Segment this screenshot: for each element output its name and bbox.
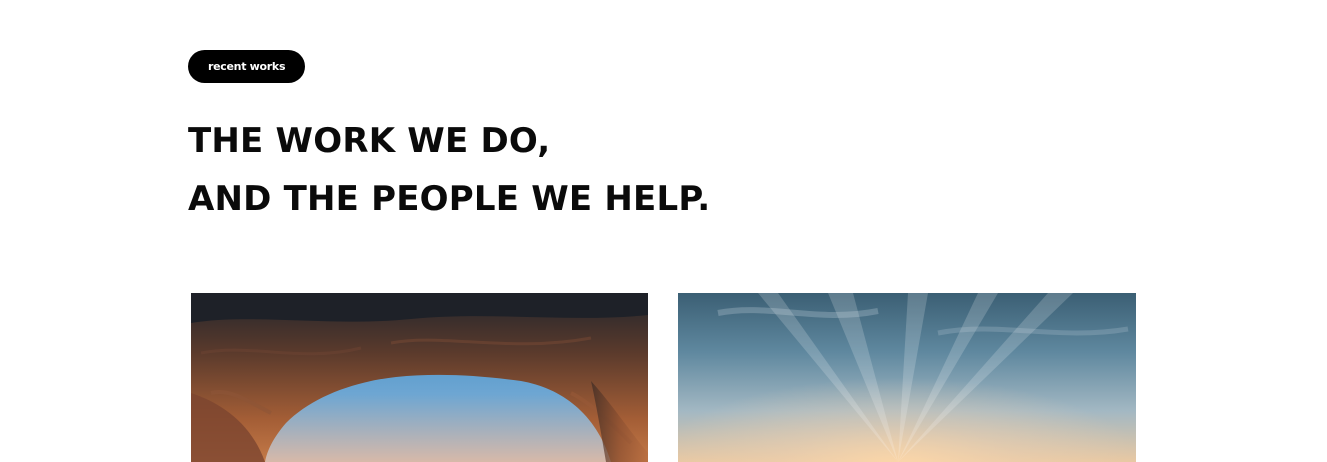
rock-arch-image (191, 293, 648, 462)
project-card-rock-arch[interactable] (191, 293, 648, 462)
recent-works-section: recent works THE WORK WE DO, AND THE PEO… (0, 0, 1327, 462)
heading-line-1: THE WORK WE DO, (188, 121, 551, 161)
recent-works-badge: recent works (188, 50, 306, 83)
project-card-sunrise[interactable] (678, 293, 1136, 462)
section-heading: THE WORK WE DO, AND THE PEOPLE WE HELP. (188, 112, 710, 228)
sunrise-sky-image (678, 293, 1136, 462)
heading-line-2: AND THE PEOPLE WE HELP. (188, 179, 711, 219)
